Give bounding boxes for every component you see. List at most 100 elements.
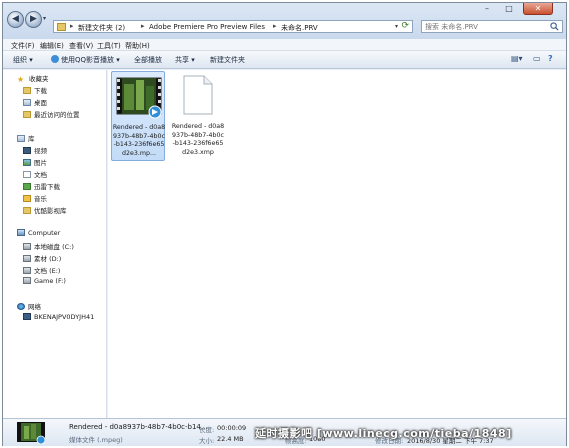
refresh-icon[interactable]: ⟳ (401, 21, 409, 31)
nav-documents[interactable]: 文档 (23, 169, 47, 179)
nav-label: 文档 (34, 171, 47, 179)
nav-drive-d[interactable]: 素材 (D:) (23, 253, 61, 263)
youku-library-icon (23, 207, 31, 214)
chevron-right-icon[interactable]: ▸ (273, 22, 277, 30)
back-button[interactable]: ◀ (7, 11, 24, 28)
recent-pages-dropdown[interactable]: ▾ (43, 15, 49, 23)
menu-file[interactable]: 文件(F) (11, 41, 35, 51)
nav-libraries[interactable]: 库 (17, 133, 35, 143)
computer-icon (17, 229, 25, 236)
new-folder-button[interactable]: 新建文件夹 (210, 55, 245, 65)
file-item-xmp[interactable]: Rendered - d0a8937b-48b7-4b0c-b143-236f6… (171, 71, 225, 161)
navigation-pane: ★ 收藏夹 下载 桌面 最近访问的位置 库 视频 图片 文档 迅雷下载 音乐 优酷… (3, 70, 107, 418)
download-folder-icon (23, 87, 31, 94)
music-library-icon (23, 195, 31, 202)
organize-button[interactable]: 组织 ▾ (13, 55, 33, 65)
nav-drive-f[interactable]: Game (F:) (23, 277, 66, 285)
play-all-button[interactable]: 全部播放 (134, 55, 162, 65)
chevron-right-icon[interactable]: ▸ (141, 22, 145, 30)
nav-label: 收藏夹 (29, 75, 49, 83)
nav-label: Computer (28, 229, 61, 237)
details-size-label: 大小: (199, 437, 215, 445)
command-bar: 组织 ▾ 使用QQ影音播放 ▾ 全部播放 共享 ▾ 新建文件夹 ▤▾ ▭ ? (3, 51, 566, 69)
video-file-thumbnail-icon (116, 77, 162, 119)
hard-drive-icon (23, 243, 31, 250)
breadcrumb-prv[interactable]: 未命名.PRV (281, 23, 318, 33)
details-length-label: 长度: (199, 426, 215, 434)
maximize-button[interactable]: □ (499, 3, 519, 15)
nav-label: 文档 (E:) (34, 267, 61, 275)
nav-downloads[interactable]: 下载 (23, 85, 47, 95)
desktop-icon (23, 99, 31, 106)
close-button[interactable]: ✕ (523, 3, 553, 15)
menu-help[interactable]: 帮助(H) (125, 41, 150, 51)
nav-music[interactable]: 音乐 (23, 193, 47, 203)
details-pane: Rendered - d0a8937b-48b7-4b0c-b14... 媒体文… (3, 418, 566, 446)
xunlei-download-icon (23, 183, 31, 190)
details-length-value: 00:00:09 (217, 424, 247, 432)
picture-library-icon (23, 159, 31, 166)
view-options-icon[interactable]: ▤▾ (511, 54, 523, 63)
nav-label: 网络 (28, 303, 41, 311)
help-icon[interactable]: ? (548, 54, 553, 63)
nav-label: 优酷影视库 (34, 207, 67, 215)
nav-favorites[interactable]: ★ 收藏夹 (17, 73, 49, 84)
hard-drive-icon (23, 267, 31, 274)
preview-pane-icon[interactable]: ▭ (533, 54, 541, 63)
folder-icon (57, 23, 66, 31)
document-file-icon (183, 75, 213, 115)
title-bar: ◀ ▶ ▾ – □ ✕ ▸ 新建文件夹 (2) ▸ Adobe Premiere… (3, 3, 566, 39)
share-button[interactable]: 共享 ▾ (175, 55, 195, 65)
nav-drive-e[interactable]: 文档 (E:) (23, 265, 60, 275)
hard-drive-icon (23, 255, 31, 262)
nav-drive-c[interactable]: 本地磁盘 (C:) (23, 241, 74, 251)
watermark-text: 延时摄影吧 [www.linecg.com/tieba/1848] (255, 427, 512, 440)
minimize-button[interactable]: – (477, 3, 497, 15)
address-dropdown-icon[interactable]: ▾ (395, 23, 398, 30)
breadcrumb-preview-files[interactable]: Adobe Premiere Pro Preview Files (149, 23, 265, 31)
menu-bar: 文件(F) 编辑(E) 查看(V) 工具(T) 帮助(H) (3, 39, 566, 51)
address-bar[interactable]: ▸ 新建文件夹 (2) ▸ Adobe Premiere Pro Preview… (53, 20, 413, 33)
nav-label: 素材 (D:) (34, 255, 62, 263)
nav-label: 图片 (34, 159, 47, 167)
nav-computer[interactable]: Computer (17, 229, 60, 237)
nav-recent[interactable]: 最近访问的位置 (23, 109, 80, 119)
nav-network-pc[interactable]: BKENAJPV0DYJH41 (23, 313, 94, 321)
breadcrumb-new-folder[interactable]: 新建文件夹 (2) (78, 23, 125, 33)
search-box[interactable] (421, 20, 563, 33)
menu-tools[interactable]: 工具(T) (97, 41, 121, 51)
nav-label: 桌面 (34, 99, 47, 107)
file-item-video[interactable]: Rendered - d0a8937b-48b7-4b0c-b143-236f6… (111, 71, 165, 161)
nav-xunlei[interactable]: 迅雷下载 (23, 181, 60, 191)
details-file-title: Rendered - d0a8937b-48b7-4b0c-b14... (69, 423, 208, 431)
nav-youku[interactable]: 优酷影视库 (23, 205, 67, 215)
search-icon[interactable] (550, 22, 559, 31)
search-input[interactable] (425, 22, 543, 32)
nav-label: 迅雷下载 (34, 183, 60, 191)
nav-videos[interactable]: 视频 (23, 145, 47, 155)
details-file-type: 媒体文件 (.mpeg) (69, 436, 123, 444)
nav-network[interactable]: 网络 (17, 301, 41, 311)
nav-pictures[interactable]: 图片 (23, 157, 47, 167)
file-name-video: Rendered - d0a8937b-48b7-4b0c-b143-236f6… (112, 124, 166, 157)
nav-label: 视频 (34, 147, 47, 155)
nav-desktop[interactable]: 桌面 (23, 97, 47, 107)
file-name-xmp: Rendered - d0a8937b-48b7-4b0c-b143-236f6… (171, 123, 225, 156)
open-with-label: 使用QQ影音播放 ▾ (61, 56, 120, 64)
network-computer-icon (23, 313, 31, 320)
open-with-button[interactable]: 使用QQ影音播放 ▾ (51, 55, 120, 65)
forward-button[interactable]: ▶ (25, 11, 42, 28)
video-file-thumbnail-icon (17, 422, 45, 444)
menu-view[interactable]: 查看(V) (69, 41, 93, 51)
nav-label: 下载 (34, 87, 47, 95)
network-icon (17, 303, 25, 310)
nav-label: 最近访问的位置 (34, 111, 80, 119)
details-size-value: 22.4 MB (217, 435, 244, 443)
qq-player-icon (51, 55, 59, 63)
menu-edit[interactable]: 编辑(E) (40, 41, 64, 51)
chevron-right-icon[interactable]: ▸ (70, 22, 74, 30)
video-library-icon (23, 147, 31, 154)
nav-label: BKENAJPV0DYJH41 (34, 313, 95, 321)
recent-places-icon (23, 111, 31, 118)
file-list[interactable]: Rendered - d0a8937b-48b7-4b0c-b143-236f6… (108, 70, 566, 418)
